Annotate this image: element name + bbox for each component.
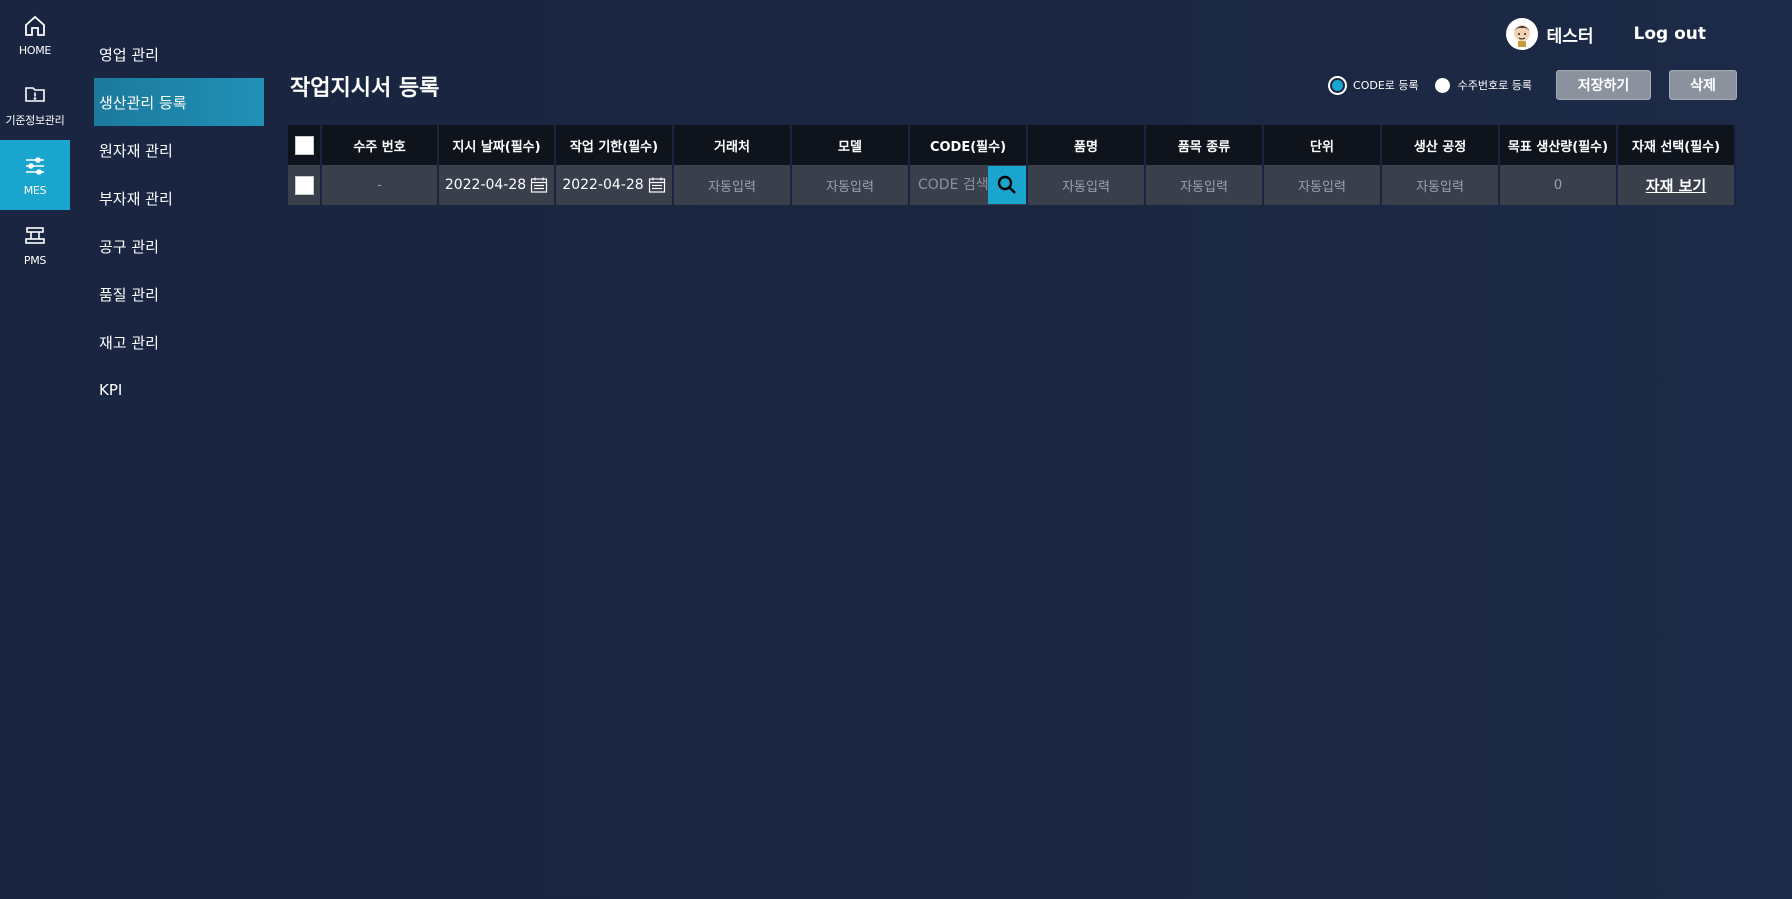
user-avatar-icon xyxy=(1513,25,1530,47)
column-header: 수주 번호 xyxy=(322,125,439,165)
instruction-date-picker[interactable]: 2022-04-28 xyxy=(439,165,556,205)
column-header: 생산 공정 xyxy=(1382,125,1500,165)
column-header: 모델 xyxy=(792,125,910,165)
delete-button[interactable]: 삭제 xyxy=(1669,70,1737,100)
menu-item-sales[interactable]: 영업 관리 xyxy=(94,30,264,78)
column-header: 단위 xyxy=(1264,125,1382,165)
material-select-cell: 자재 보기 xyxy=(1618,165,1736,205)
model-cell: 자동입력 xyxy=(792,165,910,205)
icon-rail: HOME 기준정보관리 MES PMS xyxy=(0,0,70,899)
avatar[interactable] xyxy=(1505,18,1538,50)
column-header: 거래처 xyxy=(674,125,792,165)
header-select-all xyxy=(288,125,322,165)
calendar-icon[interactable] xyxy=(648,176,666,194)
rail-label: PMS xyxy=(23,253,47,267)
top-bar: 테스터 Log out xyxy=(1505,18,1706,50)
username: 테스터 xyxy=(1546,26,1594,47)
row-select-cell xyxy=(288,165,322,205)
rail-item-pms[interactable]: PMS xyxy=(0,210,70,280)
sliders-icon xyxy=(26,156,44,175)
deadline-date-value: 2022-04-28 xyxy=(562,177,644,193)
code-search-cell xyxy=(910,165,1028,205)
row-checkbox[interactable] xyxy=(294,175,314,195)
process-cell: 자동입력 xyxy=(1382,165,1500,205)
view-materials-link[interactable]: 자재 보기 xyxy=(1646,175,1706,196)
instruction-date-value: 2022-04-28 xyxy=(444,177,527,193)
rail-label: 기준정보관리 xyxy=(5,114,65,127)
work-order-table: 수주 번호 지시 날짜(필수) 작업 기한(필수) 거래처 모델 CODE(필수… xyxy=(288,125,1738,205)
rail-item-home[interactable]: HOME xyxy=(0,0,70,70)
rail-label: HOME xyxy=(18,43,52,57)
target-quantity-field[interactable]: 0 xyxy=(1500,165,1618,205)
radio-register-by-code[interactable]: CODE로 등록 xyxy=(1330,77,1419,93)
menu-item-raw-materials[interactable]: 원자재 관리 xyxy=(94,126,264,174)
action-bar: CODE로 등록 수주번호로 등록 저장하기 삭제 xyxy=(1330,70,1737,100)
column-header: CODE(필수) xyxy=(910,125,1028,165)
calendar-icon[interactable] xyxy=(530,176,548,194)
select-all-checkbox[interactable] xyxy=(294,135,314,155)
product-name-cell: 자동입력 xyxy=(1028,165,1146,205)
menu-item-kpi[interactable]: KPI xyxy=(94,366,264,414)
machine-icon xyxy=(25,226,45,244)
menu-item-quality[interactable]: 품질 관리 xyxy=(94,270,264,318)
column-header: 품목 종류 xyxy=(1146,125,1264,165)
menu-item-production-register[interactable]: 생산관리 등록 xyxy=(94,78,264,126)
menu-item-tools[interactable]: 공구 관리 xyxy=(94,222,264,270)
logout-button[interactable]: Log out xyxy=(1633,24,1706,44)
column-header: 자재 선택(필수) xyxy=(1618,125,1736,165)
radio-checked-icon xyxy=(1330,77,1346,93)
home-icon xyxy=(25,15,45,36)
unit-cell: 자동입력 xyxy=(1264,165,1382,205)
search-icon xyxy=(997,175,1016,194)
radio-label: 수주번호로 등록 xyxy=(1457,79,1532,92)
column-header: 품명 xyxy=(1028,125,1146,165)
client-cell: 자동입력 xyxy=(674,165,792,205)
rail-item-mes[interactable]: MES xyxy=(0,140,70,210)
save-button[interactable]: 저장하기 xyxy=(1556,70,1651,100)
rail-label: MES xyxy=(23,183,47,197)
column-header: 목표 생산량(필수) xyxy=(1500,125,1618,165)
deadline-date-picker[interactable]: 2022-04-28 xyxy=(556,165,674,205)
column-header: 지시 날짜(필수) xyxy=(439,125,556,165)
radio-label: CODE로 등록 xyxy=(1353,79,1419,92)
radio-register-by-order-number[interactable]: 수주번호로 등록 xyxy=(1434,77,1532,93)
radio-unchecked-icon xyxy=(1434,77,1450,93)
code-search-input[interactable] xyxy=(910,165,988,205)
code-search-button[interactable] xyxy=(988,166,1026,204)
order-number-cell: - xyxy=(322,165,439,205)
menu-item-inventory[interactable]: 재고 관리 xyxy=(94,318,264,366)
column-header: 작업 기한(필수) xyxy=(556,125,674,165)
page-title: 작업지시서 등록 xyxy=(290,76,440,101)
menu-item-sub-materials[interactable]: 부자재 관리 xyxy=(94,174,264,222)
item-type-cell: 자동입력 xyxy=(1146,165,1264,205)
info-folder-icon xyxy=(25,87,45,102)
rail-item-base-info[interactable]: 기준정보관리 xyxy=(0,70,70,140)
side-menu: 영업 관리 생산관리 등록 원자재 관리 부자재 관리 공구 관리 품질 관리 … xyxy=(94,30,264,414)
